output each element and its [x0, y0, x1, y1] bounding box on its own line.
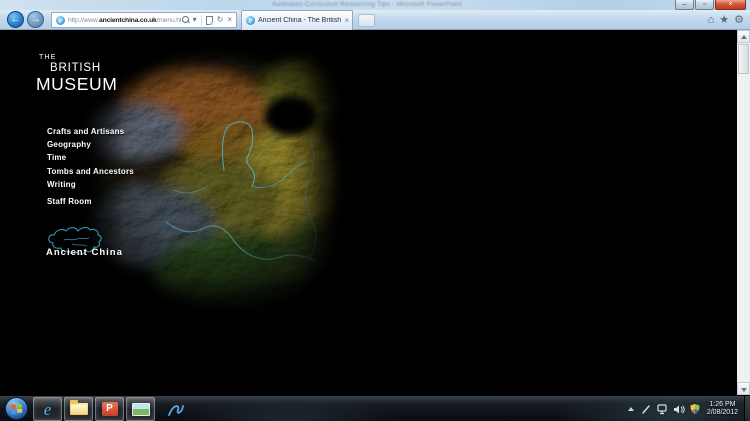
security-shield-icon[interactable] — [689, 402, 701, 416]
start-button[interactable] — [5, 397, 28, 420]
taskbar-clock[interactable]: 1:26 PM 2/08/2012 — [707, 401, 738, 418]
site-favicon-icon: e — [56, 16, 65, 25]
forward-button[interactable]: → — [27, 11, 44, 28]
page-content: THE BRITISH MUSEUM Crafts and Artisans G… — [0, 30, 750, 395]
system-tray: 1:26 PM 2/08/2012 — [625, 396, 750, 421]
back-button[interactable]: ← — [7, 11, 24, 28]
browser-tab[interactable]: e Ancient China - The British ... × — [241, 10, 353, 30]
taskbar-windows-explorer-button[interactable] — [64, 397, 93, 421]
logo-line-the: THE — [39, 54, 117, 61]
internet-explorer-icon: e — [44, 401, 52, 418]
logo-line-british: BRITISH — [50, 63, 117, 75]
photo-viewer-icon — [132, 403, 150, 416]
new-tab-button[interactable] — [358, 14, 375, 27]
volume-icon[interactable] — [673, 402, 685, 416]
show-desktop-button[interactable] — [744, 396, 750, 421]
menu-item-writing[interactable]: Writing — [47, 180, 134, 193]
search-dropdown-icon[interactable]: ▾ — [191, 15, 199, 25]
scroll-up-arrow-icon — [741, 35, 747, 39]
address-bar-buttons: ▾ ↻ × — [181, 15, 236, 26]
tab-title: Ancient China - The British ... — [258, 17, 341, 24]
menu-item-geography[interactable]: Geography — [47, 140, 134, 153]
scrollbar-track[interactable] — [737, 30, 750, 395]
tab-favicon-icon: e — [246, 16, 255, 25]
menu-item-crafts-and-artisans[interactable]: Crafts and Artisans — [47, 127, 134, 140]
stop-icon[interactable]: × — [225, 15, 234, 25]
main-menu: Crafts and Artisans Geography Time Tombs… — [47, 127, 134, 193]
folder-icon — [70, 403, 88, 415]
screen: Australian Curriculum Resourcing Tips - … — [0, 0, 750, 421]
scroll-down-arrow-icon — [741, 388, 747, 392]
ancient-china-link[interactable]: Ancient China — [46, 247, 123, 258]
menu-item-staff-room[interactable]: Staff Room — [47, 197, 92, 206]
home-icon[interactable]: ⌂ — [708, 13, 715, 27]
clock-date: 2/08/2012 — [707, 409, 738, 418]
maximize-button[interactable]: ▫ — [695, 0, 714, 10]
tab-close-icon[interactable]: × — [341, 16, 352, 25]
taskbar-journal-pen-button[interactable] — [160, 397, 189, 421]
close-icon: × — [728, 1, 732, 8]
network-icon[interactable] — [657, 402, 669, 416]
search-icon[interactable] — [182, 16, 190, 24]
minimize-icon: – — [683, 1, 687, 8]
minimize-button[interactable]: – — [675, 0, 694, 10]
favorites-star-icon[interactable]: ★ — [719, 13, 729, 27]
taskbar-glow — [180, 396, 400, 421]
taskbar-internet-explorer-button[interactable]: e — [33, 397, 62, 421]
menu-item-time[interactable]: Time — [47, 153, 134, 166]
up-arrow-icon — [628, 407, 634, 411]
powerpoint-title-text: Australian Curriculum Resourcing Tips - … — [272, 1, 462, 8]
maximize-icon: ▫ — [703, 1, 705, 8]
clock-time: 1:26 PM — [707, 401, 738, 410]
tools-gear-icon[interactable]: ⚙ — [734, 13, 744, 27]
taskbar: e P — [0, 395, 750, 421]
divider — [201, 15, 202, 26]
scroll-down-button[interactable] — [737, 382, 750, 395]
british-museum-logo: THE BRITISH MUSEUM — [36, 54, 117, 93]
browser-action-icons: ⌂ ★ ⚙ — [708, 13, 744, 27]
close-button[interactable]: × — [715, 0, 746, 10]
scroll-thumb[interactable] — [738, 44, 749, 74]
refresh-icon[interactable]: ↻ — [215, 15, 226, 25]
scroll-up-button[interactable] — [737, 30, 750, 43]
show-hidden-icons-button[interactable] — [625, 402, 637, 416]
powerpoint-window-titlebar: Australian Curriculum Resourcing Tips - … — [0, 0, 750, 10]
windows-flag-icon — [11, 404, 23, 415]
menu-item-tombs-and-ancestors[interactable]: Tombs and Ancestors — [47, 167, 134, 180]
tray-pen-icon[interactable] — [641, 402, 653, 416]
taskbar-powerpoint-button[interactable]: P — [95, 397, 124, 421]
address-bar[interactable]: e http://www.ancientchina.co.uk/menu.htm… — [51, 12, 237, 28]
compatibility-view-icon[interactable] — [206, 16, 213, 25]
taskbar-photo-viewer-button[interactable] — [126, 397, 155, 421]
logo-line-museum: MUSEUM — [36, 76, 117, 94]
window-controls: – ▫ × — [674, 0, 746, 10]
browser-toolbar: ← → e http://www.ancientchina.co.uk/menu… — [0, 10, 750, 30]
url-text: http://www.ancientchina.co.uk/menu.html — [68, 17, 181, 24]
powerpoint-icon: P — [102, 402, 118, 416]
pen-swirl-icon — [166, 401, 184, 417]
